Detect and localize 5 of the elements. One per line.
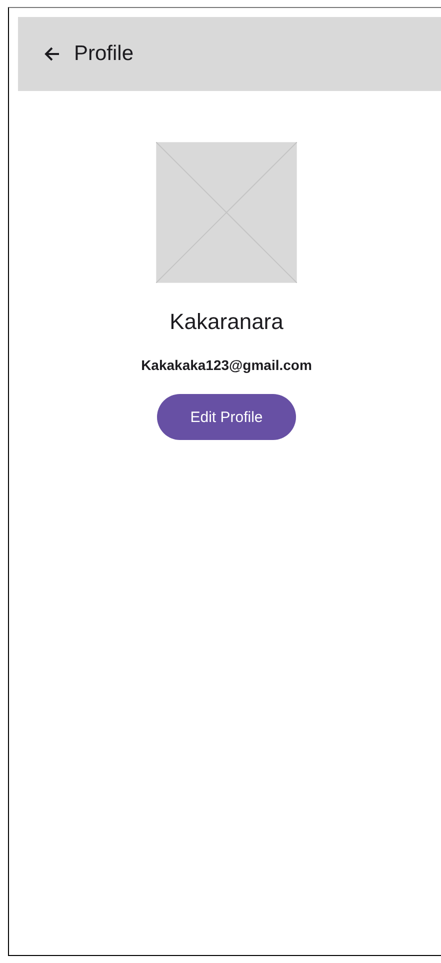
user-name: Kakaranara (170, 309, 284, 335)
page-title: Profile (74, 42, 134, 66)
back-arrow-icon (44, 46, 60, 62)
user-email: Kakakaka123@gmail.com (141, 357, 312, 373)
edit-profile-button[interactable]: Edit Profile (157, 394, 296, 440)
